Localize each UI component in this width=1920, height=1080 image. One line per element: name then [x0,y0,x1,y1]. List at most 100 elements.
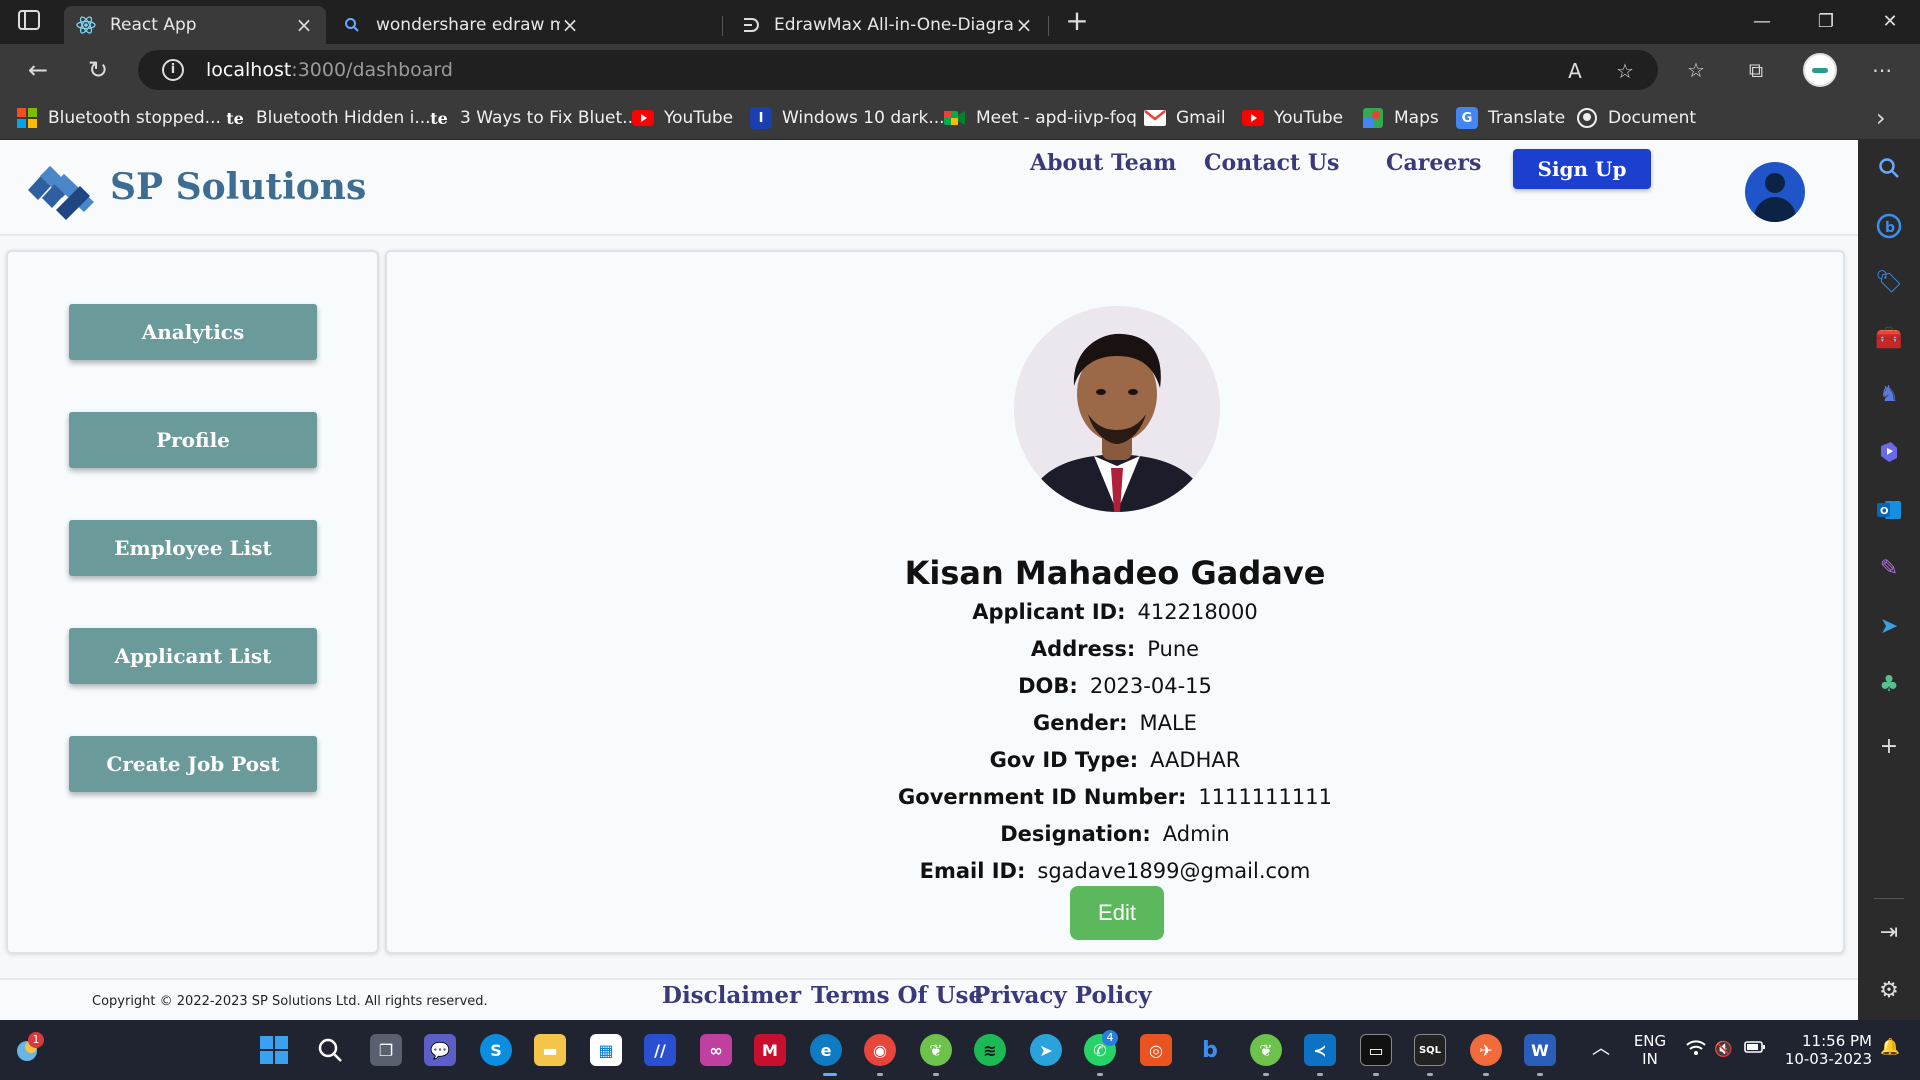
bookmark-youtube-2[interactable]: YouTube [1242,105,1343,131]
close-icon[interactable]: × [294,13,314,37]
drop-icon[interactable]: ✎ [1873,552,1905,584]
edit-button[interactable]: Edit [1070,886,1164,940]
tab-edrawmax[interactable]: EdrawMax All-in-One-Diagram S × [728,6,1046,44]
gmail-icon [1144,107,1166,129]
read-aloud-icon[interactable]: A [1562,58,1588,84]
browser-profile-avatar[interactable] [1803,53,1837,87]
bookmark-translate[interactable]: G Translate [1456,105,1565,131]
start-windows-icon[interactable] [258,1034,290,1066]
app-icon[interactable]: // [644,1034,676,1066]
wifi-icon[interactable] [1686,1040,1706,1060]
spring-tools-2-icon[interactable]: ❦ [1250,1034,1282,1066]
outlook-icon[interactable]: O [1873,494,1905,526]
brand-name[interactable]: SP Solutions [110,166,366,208]
more-options-icon[interactable]: ⋯ [1868,56,1896,84]
hide-sidebar-icon[interactable]: ⇥ [1873,916,1905,948]
bookmark-document[interactable]: Document [1576,105,1696,131]
profile-button[interactable]: Profile [69,412,317,468]
window-close-icon[interactable]: ✕ [1870,8,1910,36]
nav-careers[interactable]: Careers [1386,150,1481,176]
bookmark-label: 3 Ways to Fix Bluet... [460,108,639,128]
creative-cloud-icon[interactable]: ∞ [700,1034,732,1066]
close-icon[interactable]: × [560,13,580,37]
bookmark-3-ways-to-fix[interactable]: te 3 Ways to Fix Bluet... [428,105,638,131]
terminal-icon[interactable]: ▭ [1360,1034,1392,1066]
tools-briefcase-icon[interactable]: 🧰 [1873,322,1905,354]
nav-about-team[interactable]: About Team [1030,150,1176,176]
analytics-button[interactable]: Analytics [69,304,317,360]
employee-list-button[interactable]: Employee List [69,520,317,576]
restore-icon[interactable]: ❐ [1806,8,1846,36]
file-explorer-icon[interactable]: ▬ [534,1034,566,1066]
refresh-icon[interactable]: ↻ [84,56,112,84]
footer-terms-link[interactable]: Terms Of Use [811,982,983,1009]
search-icon[interactable] [314,1034,346,1066]
mcafee-icon[interactable]: M [754,1034,786,1066]
telegram-icon[interactable]: ➤ [1030,1034,1062,1066]
running-app-indicator [1427,1073,1433,1076]
task-view-icon[interactable]: ❐ [370,1034,402,1066]
speaker-muted-icon[interactable]: 🔇 [1714,1040,1733,1058]
edge-icon[interactable]: e [810,1034,842,1066]
sign-up-button[interactable]: Sign Up [1513,149,1651,189]
tab-react-app[interactable]: React App × [64,6,326,44]
settings-gear-icon[interactable]: ⚙ [1873,974,1905,1006]
bing-chat-icon[interactable]: b [1873,210,1905,242]
battery-icon[interactable] [1744,1040,1766,1058]
minimize-icon[interactable]: — [1742,8,1782,36]
site-info-icon[interactable]: i [162,59,184,81]
games-icon[interactable]: ♞ [1873,378,1905,410]
bookmark-bluetooth-stopped[interactable]: Bluetooth stopped... [16,105,221,131]
spotify-icon[interactable]: ≋ [974,1034,1006,1066]
clock[interactable]: 11:56 PM 10-03-2023 [1780,1032,1872,1068]
skype-icon[interactable]: S [480,1034,512,1066]
nav-contact-us[interactable]: Contact Us [1204,150,1339,176]
chevron-up-icon[interactable]: ︿ [1592,1040,1610,1058]
bookmark-youtube[interactable]: YouTube [632,105,733,131]
tab-actions-icon[interactable] [18,10,46,34]
applicant-list-button[interactable]: Applicant List [69,628,317,684]
create-job-post-button[interactable]: Create Job Post [69,736,317,792]
office-icon[interactable] [1873,436,1905,468]
notifications-icon[interactable]: 🔔 [1880,1038,1900,1056]
search-icon[interactable] [1873,152,1905,184]
bookmark-gmail[interactable]: Gmail [1144,105,1226,131]
postman-icon[interactable]: ✈ [1470,1034,1502,1066]
tree-icon[interactable]: ♣ [1873,668,1905,700]
microsoft-store-icon[interactable]: ▦ [590,1034,622,1066]
bing-icon[interactable]: b [1194,1034,1226,1066]
word-icon[interactable]: W [1524,1034,1556,1066]
site-footer: Copyright © 2022-2023 SP Solutions Ltd. … [0,978,1858,1020]
spring-tools-icon[interactable]: ❦ [920,1034,952,1066]
user-avatar-icon[interactable] [1745,162,1805,222]
info-row-email: Email ID: sgadave1899@gmail.com [387,859,1843,883]
bookmark-bluetooth-hidden[interactable]: te Bluetooth Hidden i... [224,105,430,131]
bookmark-maps[interactable]: Maps [1362,105,1439,131]
tab-separator [722,16,723,36]
bookmark-windows-10-dark[interactable]: I Windows 10 dark... [750,105,945,131]
back-arrow-icon[interactable]: ← [24,56,52,84]
mysql-shell-icon[interactable]: SQL [1414,1034,1446,1066]
chrome-icon[interactable]: ◉ [864,1034,896,1066]
favorites-icon[interactable]: ☆ [1682,56,1710,84]
language-indicator[interactable]: ENG IN [1630,1032,1670,1068]
ubuntu-icon[interactable]: ◎ [1140,1034,1172,1066]
new-tab-button[interactable]: + [1062,6,1092,36]
info-label: Gender: [1033,711,1128,735]
browser-tab-bar: React App × wondershare edraw max - Sear… [0,0,1920,44]
bookmark-meet[interactable]: Meet - apd-iivp-foq [944,105,1137,131]
address-bar[interactable]: i localhost:3000/dashboard A ☆ [138,50,1658,90]
close-icon[interactable]: × [1014,13,1034,37]
send-icon[interactable]: ➤ [1873,610,1905,642]
footer-disclaimer-link[interactable]: Disclaimer [662,982,801,1009]
collections-icon[interactable]: ⧉ [1742,56,1770,84]
sp-logo-icon[interactable] [20,152,104,224]
chevron-right-icon[interactable]: › [1876,104,1886,132]
footer-privacy-link[interactable]: Privacy Policy [973,982,1152,1009]
teams-chat-icon[interactable]: 💬 [424,1034,456,1066]
tab-bing-search[interactable]: wondershare edraw max - Search × [330,6,592,44]
add-favorite-icon[interactable]: ☆ [1612,58,1638,84]
vscode-icon[interactable]: ≺ [1304,1034,1336,1066]
shopping-tag-icon[interactable]: 🏷 [1873,266,1905,298]
add-icon[interactable]: + [1873,730,1905,762]
